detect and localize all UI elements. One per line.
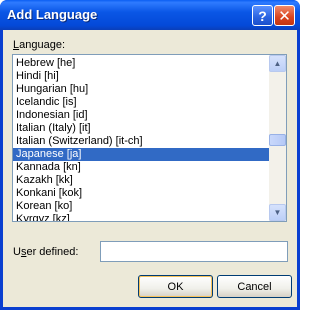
language-list-item[interactable]: Hebrew [he] [13,57,270,70]
arrow-up-icon: ▲ [273,59,282,68]
language-listbox[interactable]: Hebrew [he] Hindi [hi] Hungarian [hu] Icela… [12,54,287,222]
language-list-item[interactable]: Indonesian [id] [13,109,270,122]
close-button[interactable]: ✕ [274,5,295,26]
scroll-thumb[interactable] [269,134,286,146]
language-list-item[interactable]: Korean [ko] [13,200,270,213]
user-defined-label-post: er defined: [26,246,79,258]
ok-button[interactable]: OK [138,275,213,298]
help-icon: ? [258,7,267,24]
language-list-item[interactable]: Kazakh [kk] [13,174,270,187]
vertical-scrollbar[interactable]: ▲ ▼ [269,55,286,221]
language-list-item[interactable]: Italian (Italy) [it] [13,122,270,135]
language-list-item[interactable]: Kyrgyz [kz] [13,213,270,221]
user-defined-label-pre: U [13,246,21,258]
arrow-down-icon: ▼ [273,208,282,217]
language-list-item[interactable]: Hindi [hi] [13,70,270,83]
user-defined-input[interactable] [100,241,288,262]
scroll-down-button[interactable]: ▼ [269,204,286,221]
help-button[interactable]: ? [252,5,273,26]
language-list-item[interactable]: Icelandic [is] [13,96,270,109]
window-title: Add Language [7,7,98,22]
close-icon: ✕ [278,7,291,25]
language-label-text: anguage: [19,39,66,51]
language-list-item[interactable]: Italian (Switzerland) [it-ch] [13,135,270,148]
cancel-button[interactable]: Cancel [217,275,292,298]
language-list-item[interactable]: Japanese [ja] [13,148,270,161]
title-bar[interactable]: Add Language ? ✕ [0,0,300,30]
language-label: Language: [13,39,65,51]
language-list-item[interactable]: Kannada [kn] [13,161,270,174]
language-list-item[interactable]: Konkani [kok] [13,187,270,200]
user-defined-label: User defined: [13,246,78,258]
scroll-up-button[interactable]: ▲ [269,55,286,72]
add-language-dialog: Add Language ? ✕ Language: Hebrew [he] Hi… [0,0,300,310]
language-list-item[interactable]: Hungarian [hu] [13,83,270,96]
language-list[interactable]: Hebrew [he] Hindi [hi] Hungarian [hu] Icela… [13,55,270,221]
dialog-body: Language: Hebrew [he] Hindi [hi] Hungarian… [3,30,297,307]
